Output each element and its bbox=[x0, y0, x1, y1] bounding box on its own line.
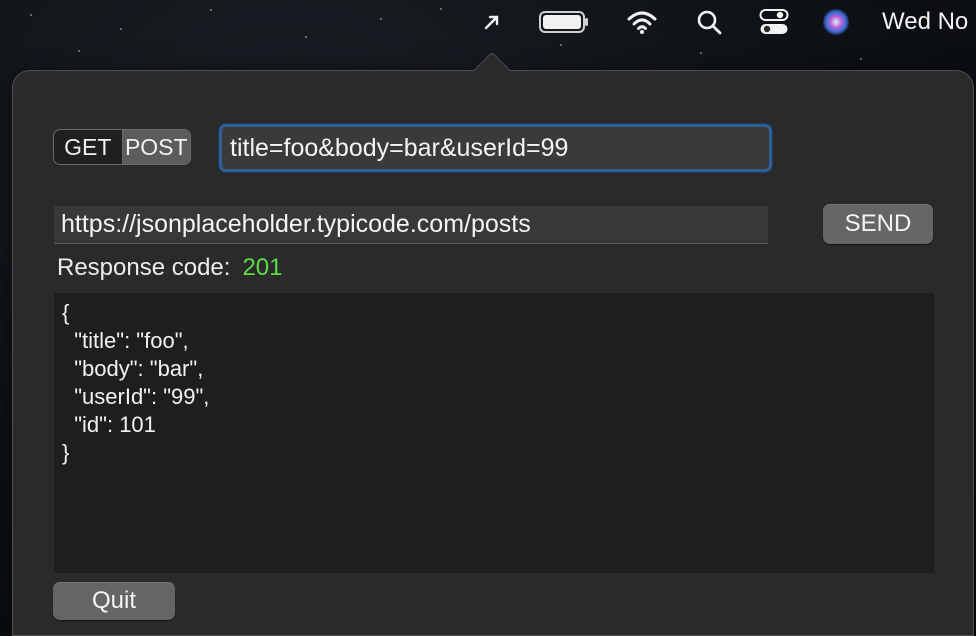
response-code-value: 201 bbox=[242, 254, 283, 281]
search-icon[interactable] bbox=[694, 6, 724, 38]
method-get-tab[interactable]: GET bbox=[54, 130, 122, 164]
send-button[interactable]: SEND bbox=[823, 204, 933, 244]
menu-bar: Wed No bbox=[0, 0, 976, 44]
method-post-tab[interactable]: POST bbox=[122, 130, 190, 164]
response-body-text[interactable]: { "title": "foo", "body": "bar", "userId… bbox=[54, 293, 934, 573]
response-code-label: Response code: bbox=[57, 254, 231, 281]
url-field[interactable] bbox=[54, 206, 768, 244]
params-field[interactable] bbox=[219, 124, 772, 172]
request-popover: GET POST SEND Response code: 201 { "titl… bbox=[12, 51, 974, 636]
location-arrow-icon[interactable] bbox=[476, 6, 508, 38]
wifi-icon[interactable] bbox=[624, 6, 660, 38]
url-input[interactable] bbox=[54, 206, 768, 243]
control-center-icon[interactable] bbox=[756, 6, 792, 38]
battery-icon[interactable] bbox=[536, 6, 592, 38]
popover-arrow bbox=[473, 51, 511, 89]
params-input[interactable] bbox=[222, 127, 769, 169]
menu-bar-clock[interactable]: Wed No bbox=[882, 6, 968, 38]
quit-button[interactable]: Quit bbox=[53, 582, 175, 620]
response-status-row: Response code: 201 bbox=[57, 251, 283, 285]
method-segmented-control[interactable]: GET POST bbox=[53, 129, 191, 165]
siri-icon[interactable] bbox=[818, 6, 854, 38]
